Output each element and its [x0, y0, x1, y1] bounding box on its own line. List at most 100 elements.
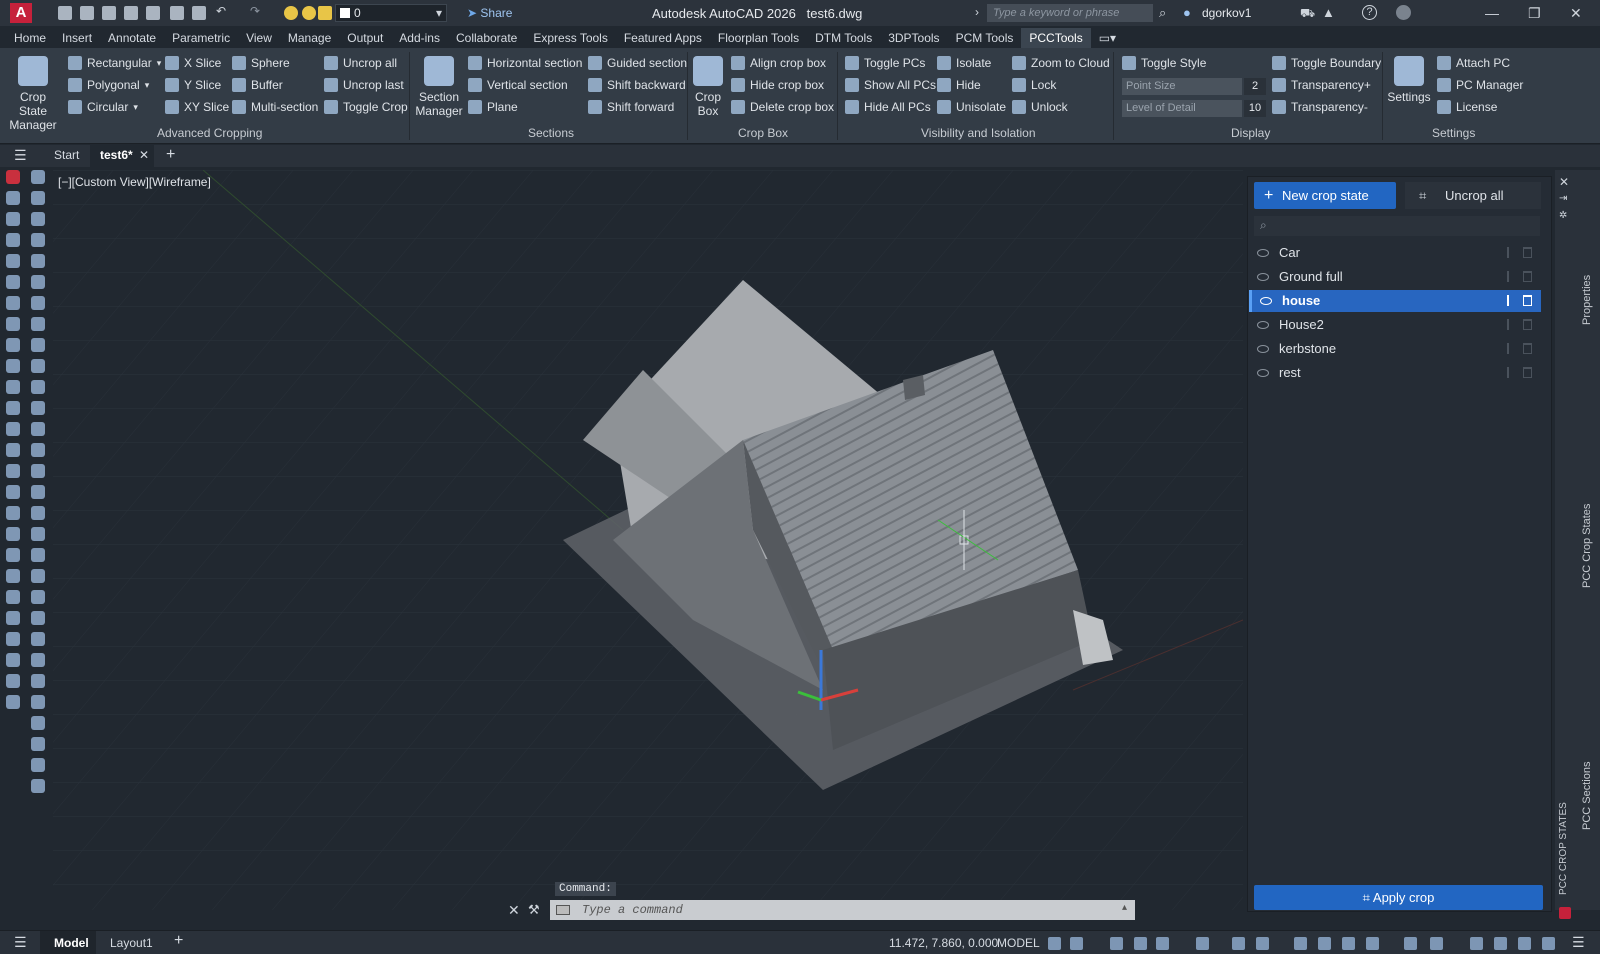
- autodesk-app-icon[interactable]: ▲: [1322, 5, 1335, 20]
- tab-output[interactable]: Output: [339, 28, 391, 48]
- circular-crop-button[interactable]: Circular ▾: [68, 100, 138, 114]
- model-space-toggle[interactable]: MODEL: [997, 936, 1040, 950]
- eye-hidden-icon[interactable]: [1257, 369, 1269, 377]
- buffer-crop-button[interactable]: Buffer: [232, 78, 283, 92]
- edit-icon[interactable]: [1500, 271, 1509, 282]
- pc-tool-13-icon[interactable]: [31, 422, 45, 436]
- model-viewport[interactable]: [53, 170, 1243, 910]
- tab-featured-apps[interactable]: Featured Apps: [616, 28, 710, 48]
- xy-slice-button[interactable]: XY Slice: [165, 100, 229, 114]
- pcc-crop-states-tab[interactable]: PCC Crop States: [1581, 504, 1593, 588]
- pc-tool-20-icon[interactable]: [31, 569, 45, 583]
- pcc-sections-tab[interactable]: PCC Sections: [1581, 762, 1593, 830]
- pencil-icon[interactable]: [6, 212, 20, 226]
- annotation-monitor-icon[interactable]: [1470, 937, 1483, 950]
- trash-icon[interactable]: [1523, 271, 1532, 282]
- transparency-icon[interactable]: [1318, 937, 1331, 950]
- edit-icon[interactable]: [1500, 367, 1509, 378]
- edit-icon[interactable]: [1500, 295, 1509, 306]
- chevron-up-icon[interactable]: ▴: [1122, 902, 1127, 913]
- selection-cycling-icon[interactable]: [1342, 937, 1355, 950]
- layer-dropdown[interactable]: 0 ▾: [335, 4, 447, 22]
- y-slice-button[interactable]: Y Slice: [165, 78, 221, 92]
- dimension-icon[interactable]: [6, 275, 20, 289]
- hatch-icon[interactable]: [6, 233, 20, 247]
- hide-crop-box-button[interactable]: Hide crop box: [731, 78, 824, 92]
- crop-state-car[interactable]: Car: [1249, 242, 1541, 264]
- tab-collaborate[interactable]: Collaborate: [448, 28, 525, 48]
- user-icon[interactable]: ●: [1183, 5, 1191, 20]
- tab-manage[interactable]: Manage: [280, 28, 339, 48]
- palette-settings-icon[interactable]: ✲: [1559, 210, 1567, 221]
- eye-hidden-icon[interactable]: [1257, 273, 1269, 281]
- pc-tool-10-icon[interactable]: [31, 359, 45, 373]
- plane-section-button[interactable]: Plane: [468, 100, 518, 114]
- new-tab-icon[interactable]: +: [166, 146, 175, 164]
- print-icon[interactable]: [192, 6, 206, 20]
- close-palette-icon[interactable]: ✕: [1559, 175, 1569, 189]
- share-button[interactable]: ➤ Share: [467, 6, 512, 20]
- apply-crop-button[interactable]: ⌗ Apply crop: [1254, 885, 1543, 910]
- toggle-pcs-button[interactable]: Toggle PCs: [845, 56, 925, 70]
- properties-tab[interactable]: Properties: [1581, 275, 1593, 325]
- wipeout-icon[interactable]: [6, 569, 20, 583]
- auto-hide-icon[interactable]: ⇥: [1559, 193, 1567, 204]
- pc-tool-5-icon[interactable]: [31, 254, 45, 268]
- lock-icon[interactable]: [318, 6, 332, 20]
- crop-box-button[interactable]: Crop Box: [690, 56, 726, 118]
- guided-section-button[interactable]: Guided section: [588, 56, 687, 70]
- edit-icon[interactable]: [1500, 319, 1509, 330]
- object-snap-tracking-icon[interactable]: [1232, 937, 1245, 950]
- close-command-icon[interactable]: ✕: [508, 902, 520, 919]
- command-history-icon[interactable]: [556, 905, 570, 915]
- pc-tool-2-icon[interactable]: [31, 191, 45, 205]
- draw-line-icon[interactable]: [6, 191, 20, 205]
- multi-section-button[interactable]: Multi-section: [232, 100, 318, 114]
- search-icon[interactable]: ⌕: [1159, 5, 1166, 21]
- text-icon[interactable]: [6, 485, 20, 499]
- pc-tool-9-icon[interactable]: [31, 338, 45, 352]
- tab-view[interactable]: View: [238, 28, 280, 48]
- crop-state-manager-button[interactable]: Crop State Manager: [6, 56, 60, 132]
- chevron-right-icon[interactable]: ›: [975, 5, 979, 19]
- pc-tool-21-icon[interactable]: [31, 590, 45, 604]
- plot-icon[interactable]: [146, 6, 160, 20]
- pc-tool-25-icon[interactable]: [31, 674, 45, 688]
- isolate-button[interactable]: Isolate: [937, 56, 991, 70]
- unisolate-button[interactable]: Unisolate: [937, 100, 1006, 114]
- shift-forward-button[interactable]: Shift forward: [588, 100, 674, 114]
- ribbon-options-icon[interactable]: ▭▾: [1091, 28, 1124, 48]
- pc-manager-button[interactable]: PC Manager: [1437, 78, 1523, 92]
- undo-icon[interactable]: ↶: [216, 4, 230, 18]
- point-size-value[interactable]: 2: [1244, 78, 1266, 95]
- eye-icon[interactable]: [1260, 297, 1272, 305]
- uncrop-last-button[interactable]: Uncrop last: [324, 78, 404, 92]
- lock-button[interactable]: Lock: [1012, 78, 1056, 92]
- ortho-icon[interactable]: [1134, 937, 1147, 950]
- tab-express-tools[interactable]: Express Tools: [525, 28, 615, 48]
- license-button[interactable]: License: [1437, 100, 1497, 114]
- rectangular-crop-button[interactable]: Rectangular ▾: [68, 56, 161, 70]
- new-crop-state-button[interactable]: + New crop state: [1254, 182, 1396, 209]
- minimize-icon[interactable]: —: [1485, 5, 1499, 21]
- restore-icon[interactable]: ❐: [1528, 5, 1541, 22]
- pc-tool-11-icon[interactable]: [31, 380, 45, 394]
- tab-floorplan-tools[interactable]: Floorplan Tools: [710, 28, 807, 48]
- sun-icon[interactable]: [302, 6, 316, 20]
- hide-all-pcs-button[interactable]: Hide All PCs: [845, 100, 931, 114]
- ellipse-icon[interactable]: [6, 611, 20, 625]
- isolate-objects-icon[interactable]: [1494, 937, 1507, 950]
- attach-pc-button[interactable]: Attach PC: [1437, 56, 1510, 70]
- polar-icon[interactable]: [1156, 937, 1169, 950]
- insert-icon[interactable]: [6, 443, 20, 457]
- pc-tool-14-icon[interactable]: [31, 443, 45, 457]
- pc-tool-1-icon[interactable]: [31, 170, 45, 184]
- help-icon[interactable]: ?: [1362, 5, 1377, 20]
- settings-button[interactable]: Settings: [1386, 56, 1432, 104]
- shift-backward-button[interactable]: Shift backward: [588, 78, 686, 92]
- sphere-crop-button[interactable]: Sphere: [232, 56, 290, 70]
- menu-icon[interactable]: ☰: [14, 147, 27, 164]
- tab-pcm-tools[interactable]: PCM Tools: [948, 28, 1022, 48]
- tab-pcctools[interactable]: PCCTools: [1021, 28, 1091, 48]
- snap-icon[interactable]: [1070, 937, 1083, 950]
